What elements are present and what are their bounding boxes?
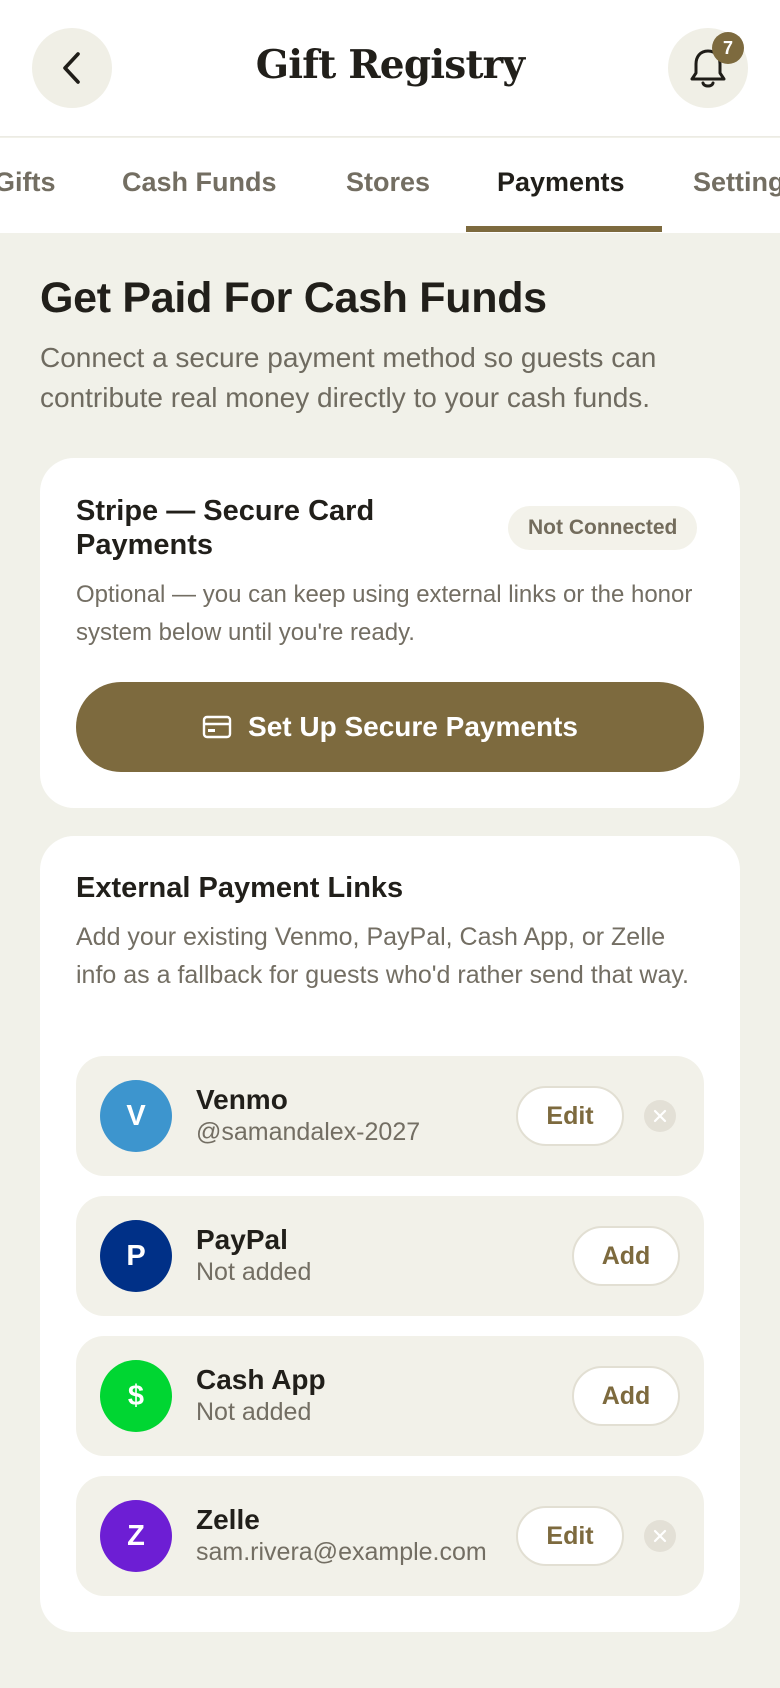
venmo-avatar: V	[100, 1080, 172, 1152]
payment-method-venmo: V Venmo @samandalex-2027 Edit	[76, 1056, 704, 1176]
section-title: Get Paid For Cash Funds	[40, 274, 547, 322]
method-name: Cash App	[196, 1364, 326, 1395]
method-name: Zelle	[196, 1504, 260, 1535]
method-detail: Not added	[196, 1398, 312, 1426]
add-cash-app-button[interactable]: Add	[572, 1366, 680, 1426]
external-links-card: External Payment Links Add your existing…	[40, 836, 740, 1632]
zelle-avatar: Z	[100, 1500, 172, 1572]
method-detail: Not added	[196, 1258, 312, 1286]
paypal-avatar: P	[100, 1220, 172, 1292]
stripe-description: Optional — you can keep using external l…	[76, 581, 693, 646]
tab-stores[interactable]: Stores	[346, 167, 430, 198]
payment-method-paypal: P PayPal Not added Add	[76, 1196, 704, 1316]
method-name: PayPal	[196, 1224, 288, 1255]
tab-payments[interactable]: Payments	[497, 167, 625, 198]
method-name: Venmo	[196, 1084, 288, 1115]
page-title: Gift Registry	[255, 42, 525, 88]
cash-app-avatar: $	[100, 1360, 172, 1432]
tab-gifts[interactable]: Gifts	[0, 167, 56, 198]
payment-method-zelle: Z Zelle sam.rivera@example.com Edit	[76, 1476, 704, 1596]
remove-venmo-button[interactable]	[644, 1100, 676, 1132]
setup-payments-label: Set Up Secure Payments	[248, 711, 578, 742]
tab-settings[interactable]: Settings	[693, 167, 780, 198]
notification-badge: 7	[712, 32, 744, 64]
add-paypal-button[interactable]: Add	[572, 1226, 680, 1286]
remove-zelle-button[interactable]	[644, 1520, 676, 1552]
method-detail: @samandalex-2027	[196, 1118, 421, 1146]
payment-method-cash-app: $ Cash App Not added Add	[76, 1336, 704, 1456]
stripe-title: Stripe — Secure Card Payments	[76, 495, 375, 561]
app-header: Gift Registry 7	[0, 0, 780, 137]
external-links-description: Add your existing Venmo, PayPal, Cash Ap…	[76, 923, 689, 989]
stripe-card: Stripe — Secure Card Payments Not Connec…	[40, 458, 740, 808]
setup-payments-button[interactable]: Set Up Secure Payments	[76, 682, 704, 772]
credit-card-icon	[202, 715, 232, 739]
section-description: Connect a secure payment method so guest…	[40, 342, 657, 413]
edit-zelle-button[interactable]: Edit	[516, 1506, 624, 1566]
method-detail: sam.rivera@example.com	[196, 1538, 487, 1566]
close-icon	[653, 1529, 667, 1543]
external-links-title: External Payment Links	[76, 872, 404, 904]
active-tab-indicator	[466, 226, 662, 232]
close-icon	[653, 1109, 667, 1123]
tab-bar: Gifts Cash Funds Stores Payments Setting…	[0, 138, 780, 233]
status-badge: Not Connected	[508, 506, 698, 550]
tab-cash-funds[interactable]: Cash Funds	[122, 167, 277, 198]
edit-venmo-button[interactable]: Edit	[516, 1086, 624, 1146]
